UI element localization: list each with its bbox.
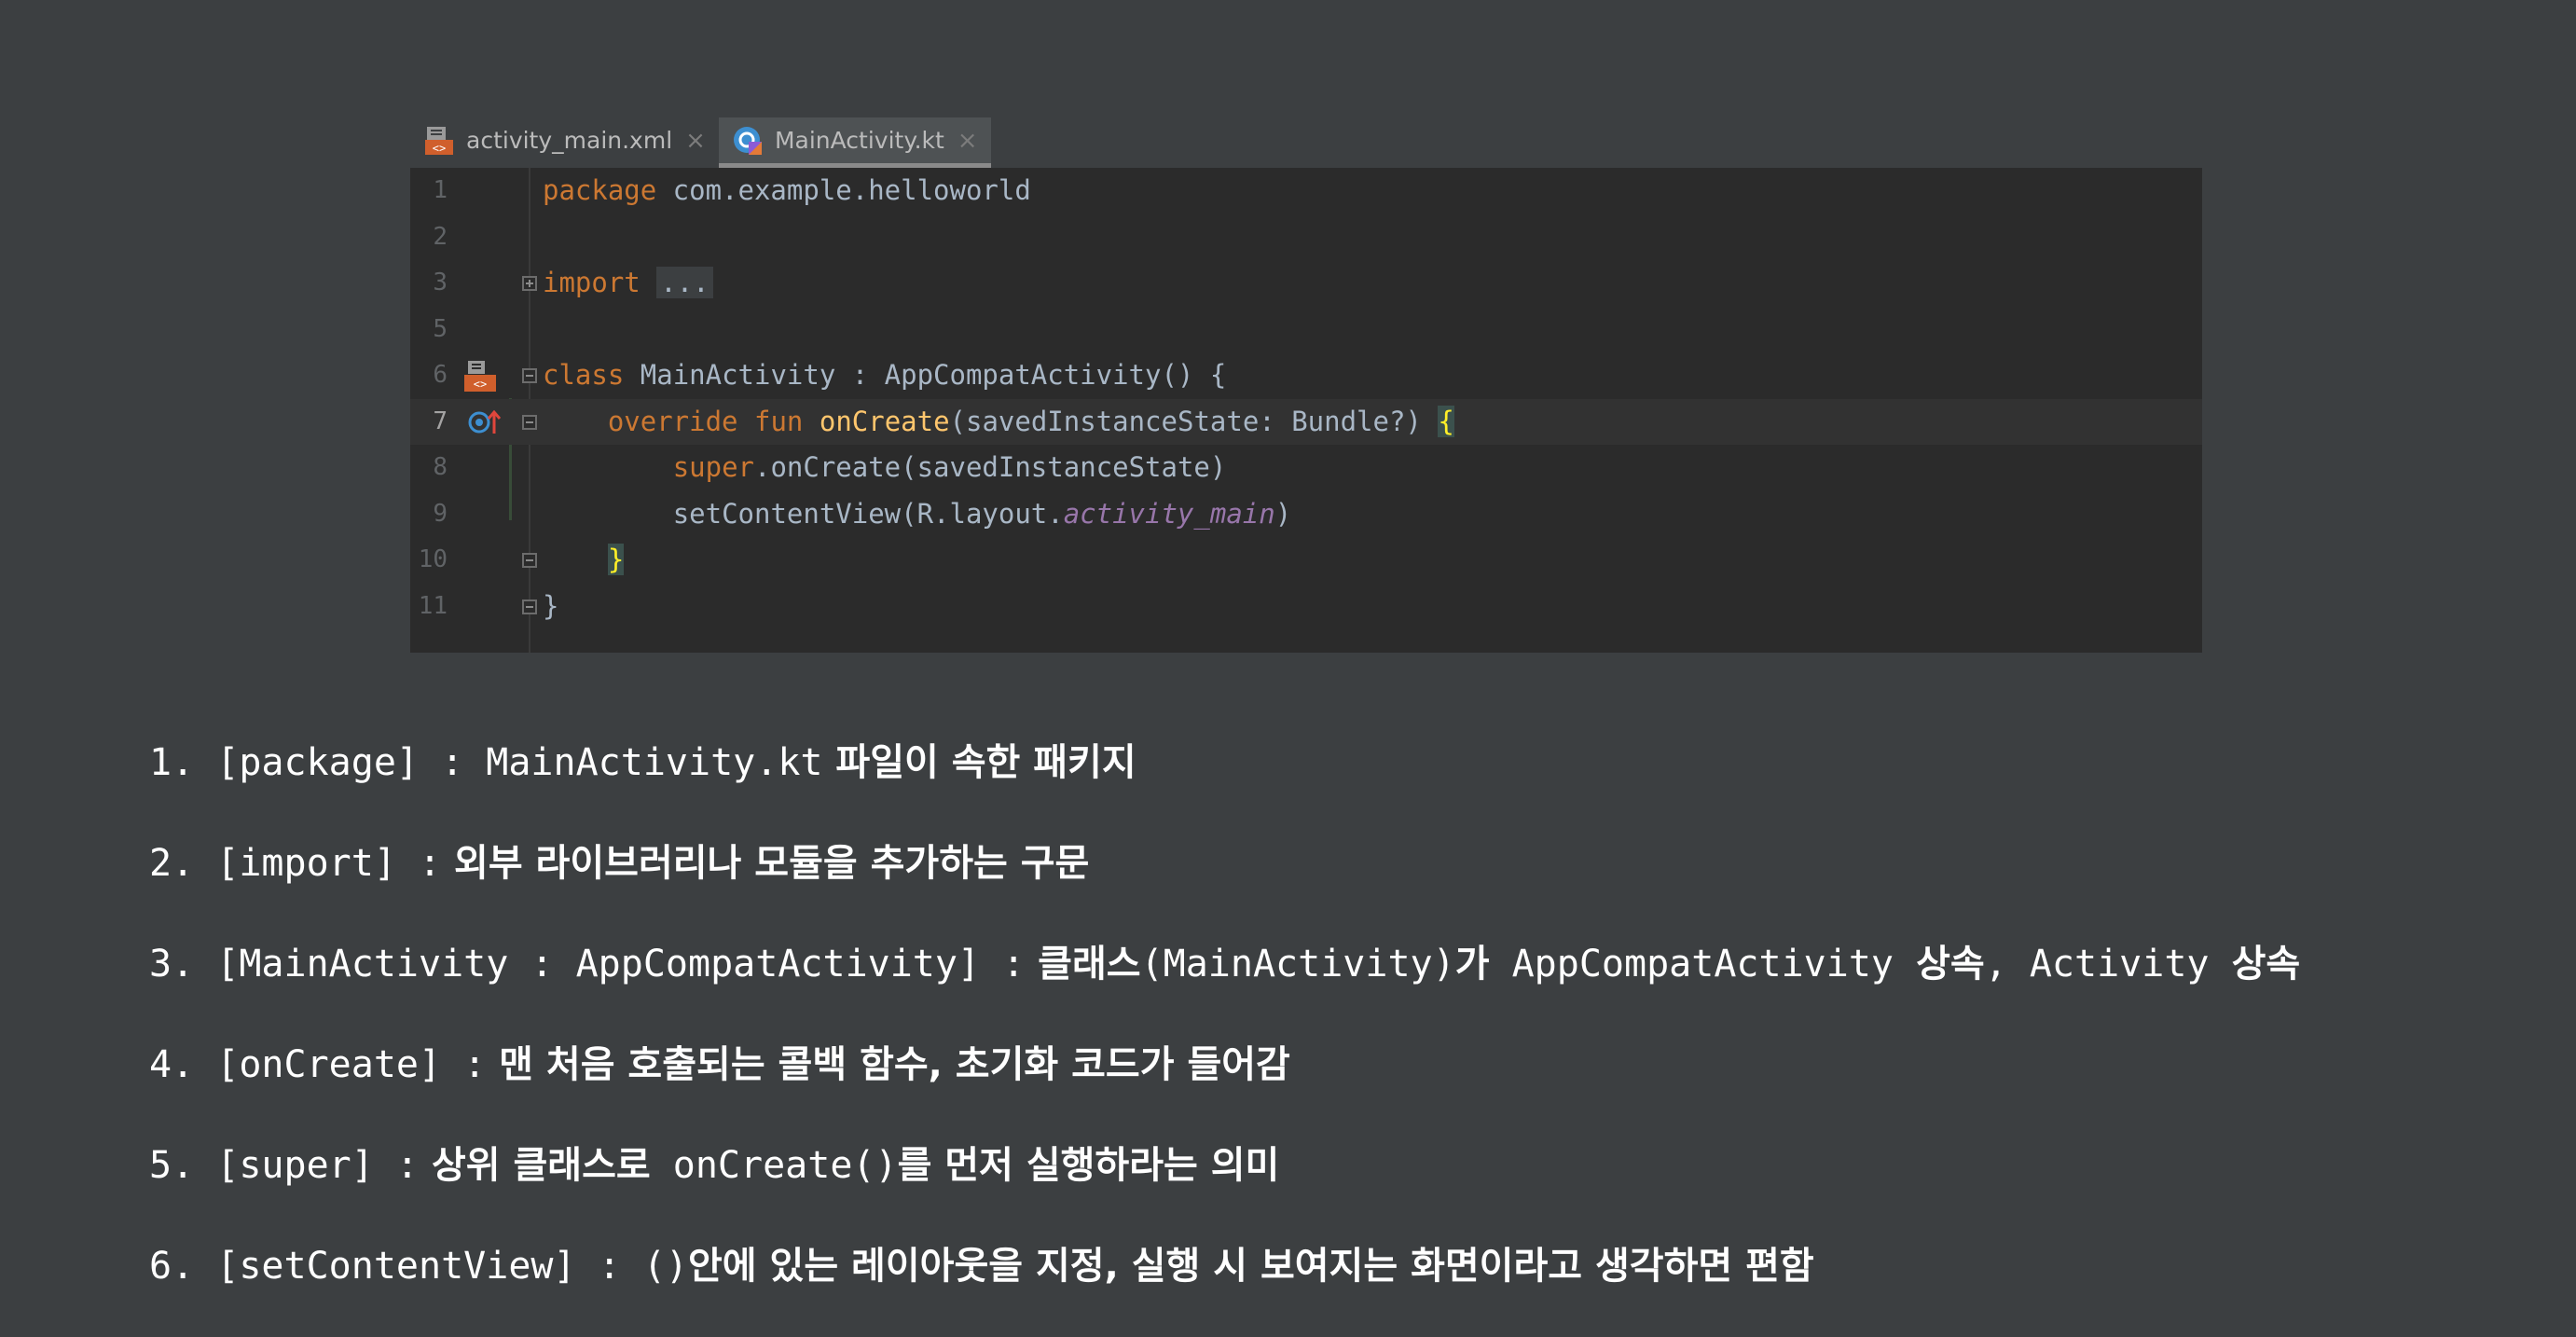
code-text: package com.example.helloworld (543, 174, 1031, 206)
list-item: 5. [super] : 상위 클래스로 onCreate()를 먼저 실행하라… (149, 1144, 1280, 1187)
code-text: import ... (543, 260, 713, 307)
code-text: } (543, 589, 559, 622)
line-number: 3 (433, 269, 448, 296)
list-item: 6. [setContentView] : ()안에 있는 레이아웃을 지정, … (149, 1245, 1814, 1288)
code-line: 2 (410, 214, 2202, 261)
line-number: 10 (418, 545, 448, 573)
collapse-fold-icon[interactable] (522, 368, 537, 383)
code-line: 1 package com.example.helloworld (410, 168, 2202, 214)
expand-fold-icon[interactable] (522, 276, 537, 291)
code-text: } (607, 544, 625, 575)
xml-layout-icon: <> (423, 125, 455, 157)
explanation-list: 1. [package] : MainActivity.kt 파일이 속한 패키… (149, 733, 2536, 1337)
code-line: 8 super.onCreate(savedInstanceState) (410, 445, 2202, 491)
line-number: 1 (433, 176, 448, 204)
folded-imports-placeholder[interactable]: ... (656, 267, 713, 298)
tab-label: MainActivity.kt (774, 127, 944, 154)
line-number: 9 (433, 499, 448, 528)
code-line: 10 } (410, 537, 2202, 584)
tab-activity-main-xml[interactable]: <> activity_main.xml × (410, 117, 719, 168)
code-line: 3 import ... (410, 260, 2202, 307)
line-number: 2 (433, 222, 448, 251)
list-item: 1. [package] : MainActivity.kt 파일이 속한 패키… (149, 741, 1136, 784)
fold-end-icon[interactable] (522, 599, 537, 614)
kotlin-class-icon (732, 125, 764, 157)
fold-end-icon[interactable] (522, 553, 537, 568)
editor-tab-bar: <> activity_main.xml × MainActivity.kt × (410, 117, 991, 168)
line-number: 11 (418, 591, 448, 620)
tab-label: activity_main.xml (466, 127, 673, 154)
list-item: 2. [import] : 외부 라이브러리나 모듈을 추가하는 구문 (149, 842, 1090, 885)
override-method-icon[interactable] (468, 407, 502, 441)
line-number: 6 (433, 361, 448, 389)
code-text: super.onCreate(savedInstanceState) (672, 451, 1227, 483)
code-editor[interactable]: 1 package com.example.helloworld 2 3 imp… (410, 168, 2202, 653)
code-line: 11 } (410, 584, 2202, 630)
line-number: 5 (433, 314, 448, 343)
close-icon[interactable]: × (685, 127, 706, 155)
code-line: 6 <> class MainActivity : AppCompatActiv… (410, 352, 2202, 399)
code-text: setContentView(R.layout.activity_main) (672, 497, 1292, 530)
line-number: 7 (433, 407, 448, 435)
svg-text:<>: <> (433, 142, 446, 155)
line-number: 8 (433, 453, 448, 481)
code-text: class MainActivity : AppCompatActivity()… (543, 359, 1227, 391)
related-layout-icon[interactable]: <> (462, 360, 498, 397)
code-line: 5 (410, 307, 2202, 353)
svg-text:<>: <> (474, 378, 487, 391)
code-text: override fun onCreate(savedInstanceState… (607, 405, 1454, 437)
collapse-fold-icon[interactable] (522, 414, 537, 430)
code-line-current: 7 override fun onCreate(savedInstanceSta… (410, 398, 2202, 445)
list-item: 3. [MainActivity : AppCompatActivity] : … (149, 943, 2301, 986)
close-icon[interactable]: × (957, 127, 978, 155)
tab-main-activity-kt[interactable]: MainActivity.kt × (718, 117, 991, 168)
list-item: 4. [onCreate] : 맨 처음 호출되는 콜백 함수, 초기화 코드가… (149, 1043, 1290, 1086)
code-line: 9 setContentView(R.layout.activity_main) (410, 491, 2202, 538)
